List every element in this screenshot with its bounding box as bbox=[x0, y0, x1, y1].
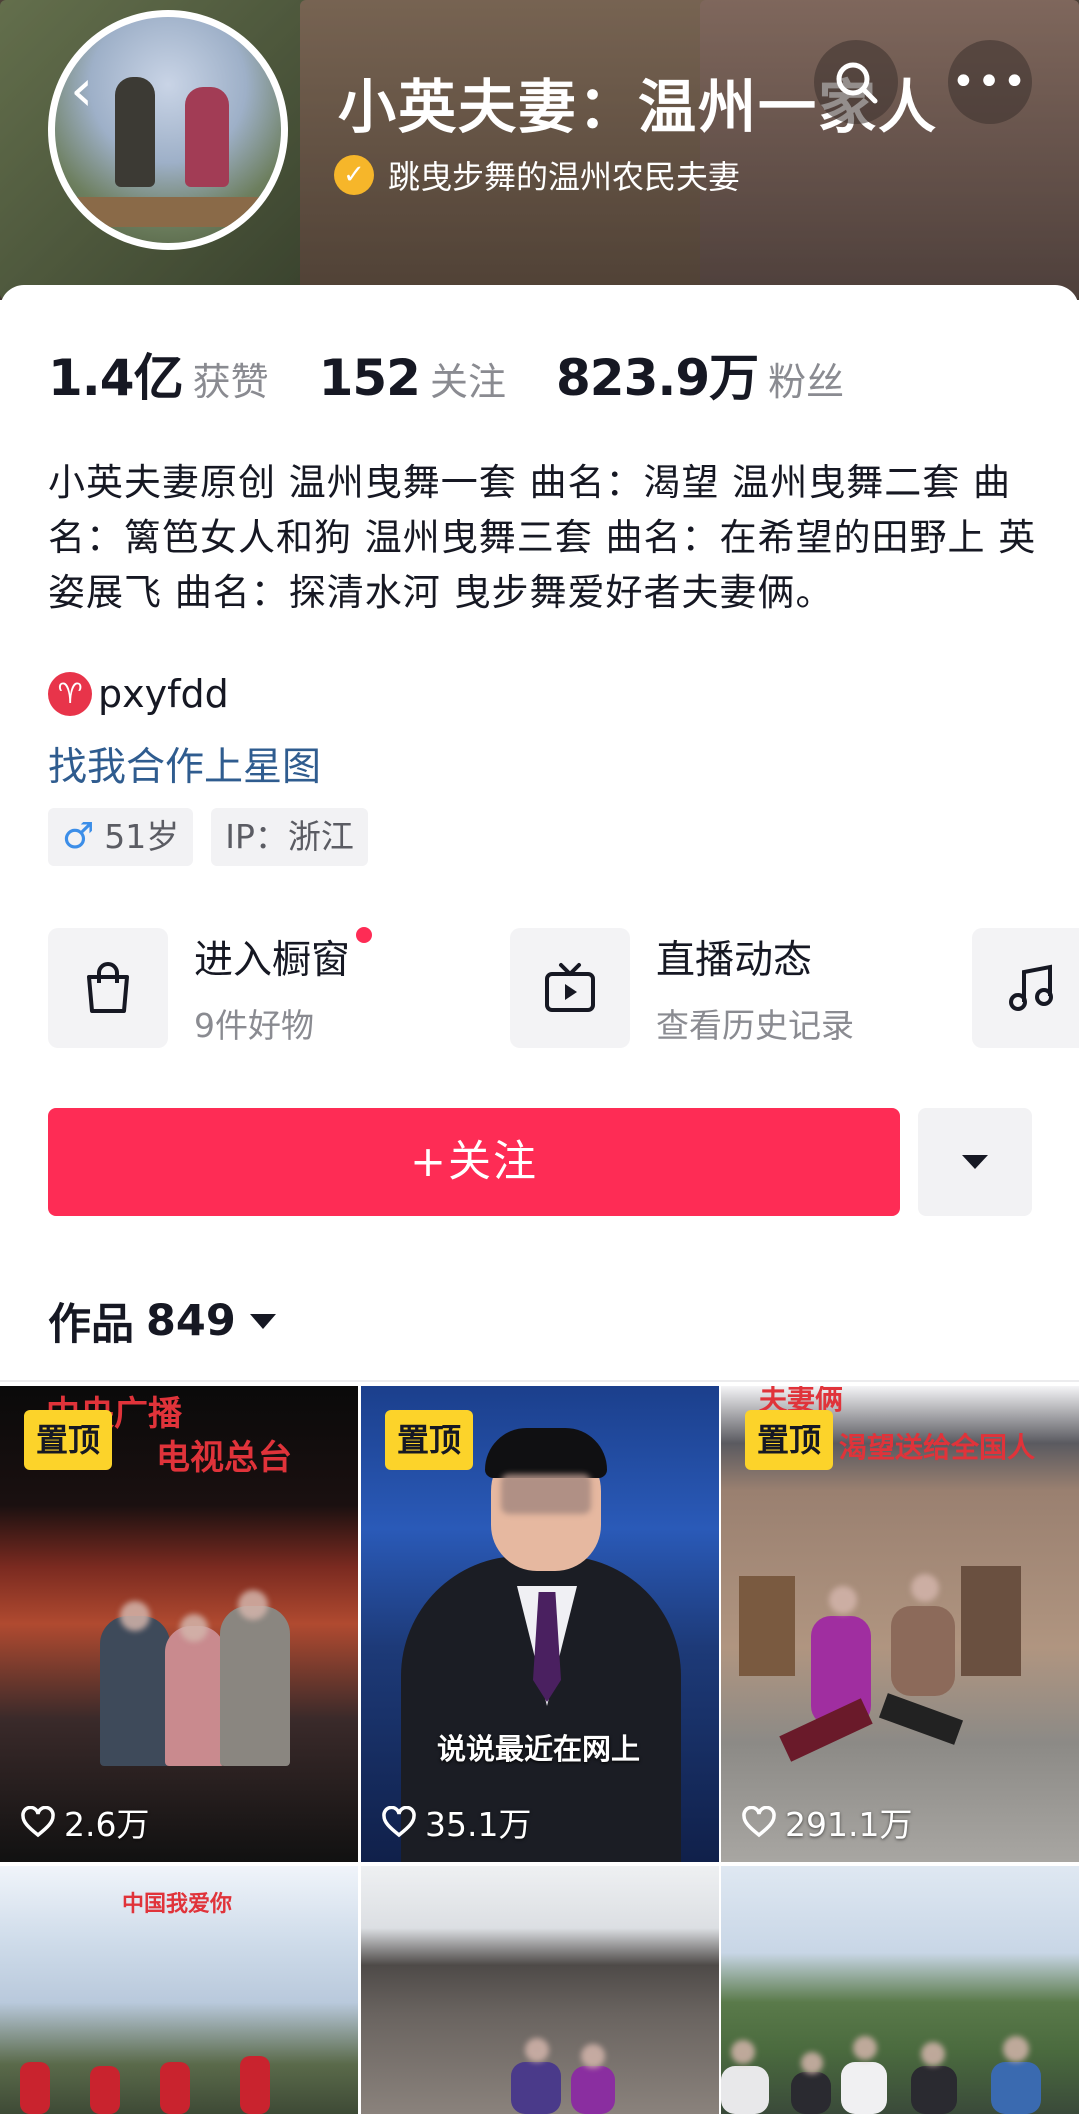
verified-badge-row: ✓ 跳曳步舞的温州农民夫妻 bbox=[334, 152, 740, 198]
followers-count[interactable]: 823.9万 bbox=[556, 338, 759, 410]
profile-handle: pxyfdd bbox=[98, 672, 229, 716]
caret-down-icon bbox=[249, 1313, 276, 1329]
video-thumbnail[interactable]: 说说最近在网上 置顶 35.1万 bbox=[361, 1386, 719, 1862]
video-overlay-text: 渴望送给全国人 bbox=[839, 1431, 1036, 1464]
heart-outline-icon bbox=[742, 1806, 776, 1838]
shop-window-subtitle: 9件好物 bbox=[194, 1006, 314, 1045]
shop-window-title: 进入橱窗 bbox=[194, 938, 351, 983]
age-tag: ♂ 51岁 bbox=[48, 808, 194, 866]
live-history-subtitle: 查看历史记录 bbox=[656, 1006, 854, 1045]
music-entry[interactable] bbox=[972, 928, 1079, 1048]
live-history-entry[interactable]: 直播动态 查看历史记录 bbox=[510, 928, 854, 1048]
avatar[interactable] bbox=[48, 10, 288, 250]
video-thumbnail[interactable] bbox=[721, 1866, 1079, 2114]
followers-label[interactable]: 粉丝 bbox=[768, 351, 844, 406]
ip-tag-label: IP：浙江 bbox=[225, 817, 354, 856]
more-options-button[interactable]: ••• bbox=[948, 40, 1032, 124]
works-tab[interactable]: 作品 849 bbox=[48, 1290, 276, 1352]
profile-handle-row: ♈ pxyfdd bbox=[48, 672, 229, 716]
profile-stats: 1.4亿 获赞 152 关注 823.9万 粉丝 bbox=[48, 338, 894, 410]
search-button[interactable] bbox=[814, 40, 898, 124]
video-likes: 2.6万 bbox=[20, 1798, 149, 1846]
following-count[interactable]: 152 bbox=[319, 349, 421, 407]
pinned-badge: 置顶 bbox=[745, 1410, 834, 1470]
more-dots-icon: ••• bbox=[951, 59, 1029, 105]
video-overlay-text: 电视总台 bbox=[156, 1438, 292, 1478]
video-overlay-text: 中国我爱你 bbox=[122, 1892, 233, 1917]
caret-down-icon bbox=[962, 1155, 988, 1169]
video-thumbnail[interactable]: 中央广播 电视总台 置顶 2.6万 bbox=[0, 1386, 358, 1862]
age-tag-label: 51岁 bbox=[104, 817, 180, 856]
verified-check-icon: ✓ bbox=[334, 155, 374, 195]
video-thumbnail[interactable] bbox=[361, 1866, 719, 2114]
pinned-badge: 置顶 bbox=[24, 1410, 113, 1470]
ip-tag: IP：浙江 bbox=[211, 808, 368, 866]
likes-label: 获赞 bbox=[192, 360, 269, 404]
shop-window-entry[interactable]: 进入橱窗 9件好物 bbox=[48, 927, 373, 1048]
video-thumbnail[interactable]: 夫妻俩 渴望送给全国人 置顶 291.1万 bbox=[721, 1386, 1079, 1862]
pinned-badge: 置顶 bbox=[385, 1410, 474, 1470]
recommend-dropdown-button[interactable] bbox=[918, 1108, 1032, 1216]
video-thumbnail[interactable]: 中国我爱你 bbox=[0, 1866, 358, 2114]
profile-entries: 进入橱窗 9件好物 直播动态 查看历史记录 bbox=[48, 927, 1079, 1048]
works-count: 849 bbox=[146, 1296, 236, 1346]
works-tab-label: 作品 bbox=[48, 1300, 134, 1350]
notification-dot bbox=[356, 927, 373, 943]
male-icon: ♂ bbox=[62, 816, 95, 857]
heart-outline-icon bbox=[21, 1806, 55, 1838]
aries-icon: ♈ bbox=[48, 672, 92, 716]
video-likes-count: 2.6万 bbox=[64, 1805, 150, 1844]
shopping-bag-icon bbox=[48, 928, 168, 1048]
divider bbox=[0, 1380, 1079, 1382]
video-likes-count: 291.1万 bbox=[785, 1805, 913, 1844]
profile-bio: 小英夫妻原创 温州曳舞一套 曲名：渴望 温州曳舞二套 曲名：篱笆女人和狗 温州曳… bbox=[48, 461, 1037, 614]
following-label[interactable]: 关注 bbox=[430, 351, 506, 406]
video-likes: 291.1万 bbox=[741, 1798, 912, 1846]
back-arrow-icon[interactable]: ‹ bbox=[70, 60, 130, 120]
tv-icon bbox=[510, 928, 630, 1048]
follow-button[interactable]: +关注 bbox=[48, 1108, 900, 1216]
search-icon bbox=[836, 62, 878, 104]
verified-description: 跳曳步舞的温州农民夫妻 bbox=[388, 158, 741, 196]
video-likes: 35.1万 bbox=[381, 1798, 531, 1846]
xingtu-link[interactable]: 找我合作上星图 bbox=[48, 736, 321, 792]
profile-tags: ♂ 51岁 IP：浙江 bbox=[48, 808, 386, 866]
video-likes-count: 35.1万 bbox=[425, 1805, 532, 1844]
likes-count: 1.4亿 bbox=[48, 349, 184, 407]
video-overlay-text: 说说最近在网上 bbox=[437, 1732, 641, 1766]
music-note-icon bbox=[972, 928, 1079, 1048]
live-history-title: 直播动态 bbox=[656, 938, 813, 983]
heart-outline-icon bbox=[382, 1806, 416, 1838]
